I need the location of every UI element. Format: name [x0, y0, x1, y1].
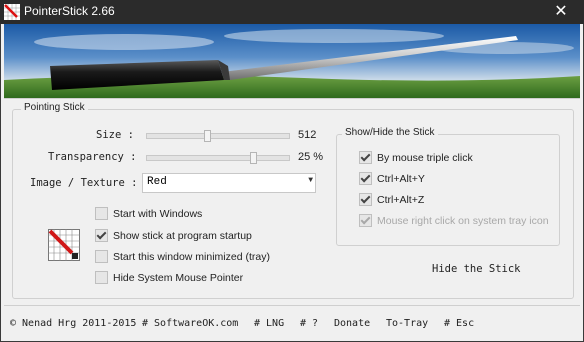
checkbox-label: Start this window minimized (tray): [113, 250, 270, 263]
pointer-grid-icon: [4, 4, 20, 20]
start-with-windows-checkbox[interactable]: Start with Windows: [95, 207, 202, 220]
ctrl-alt-y-checkbox[interactable]: Ctrl+Alt+Y: [359, 172, 425, 185]
show-hide-legend: Show/Hide the Stick: [342, 127, 438, 138]
checkbox-label: Show stick at program startup: [113, 229, 252, 242]
triple-click-checkbox[interactable]: By mouse triple click: [359, 151, 473, 164]
donate-link[interactable]: Donate: [334, 318, 370, 329]
to-tray-link[interactable]: To-Tray: [386, 318, 428, 329]
transparency-slider-track[interactable]: [146, 155, 290, 161]
checkbox-box[interactable]: [95, 207, 108, 220]
language-link[interactable]: # LNG: [254, 318, 284, 329]
texture-label: Image / Texture :: [30, 177, 138, 189]
transparency-slider-thumb[interactable]: [249, 152, 257, 164]
checkbox-box[interactable]: [359, 172, 372, 185]
size-value: 512: [298, 129, 317, 141]
checkbox-label: Hide System Mouse Pointer: [113, 271, 244, 284]
close-icon: ✕: [554, 1, 568, 20]
checkbox-box[interactable]: [95, 271, 108, 284]
chevron-down-icon: ▼: [308, 176, 313, 185]
pointerstick-window: PointerStick 2.66 ✕ Pointing Stick Size …: [0, 0, 584, 342]
size-slider-thumb[interactable]: [204, 130, 212, 142]
close-button[interactable]: ✕: [538, 0, 584, 24]
checkbox-box: [359, 214, 372, 227]
size-slider-track[interactable]: [146, 133, 290, 139]
show-stick-at-startup-checkbox[interactable]: Show stick at program startup: [95, 229, 252, 242]
window-title: PointerStick 2.66: [24, 4, 115, 18]
checkbox-box[interactable]: [95, 229, 108, 242]
transparency-label: Transparency :: [48, 151, 137, 163]
pointer-grid-icon: [48, 229, 80, 261]
ctrl-alt-z-checkbox[interactable]: Ctrl+Alt+Z: [359, 193, 424, 206]
size-label: Size :: [96, 129, 134, 141]
checkbox-label: Ctrl+Alt+Y: [377, 172, 425, 185]
transparency-value: 25 %: [298, 151, 324, 163]
website-link[interactable]: # SoftwareOK.com: [142, 318, 238, 329]
help-link[interactable]: # ?: [300, 318, 318, 329]
tray-right-click-checkbox: Mouse right click on system tray icon: [359, 214, 549, 227]
checkbox-label: Mouse right click on system tray icon: [377, 214, 549, 227]
esc-link[interactable]: # Esc: [444, 318, 474, 329]
checkbox-box[interactable]: [359, 193, 372, 206]
texture-selected-value: Red: [147, 176, 167, 188]
checkbox-box[interactable]: [359, 151, 372, 164]
status-bar: © Nenad Hrg 2011-2015 # SoftwareOK.com #…: [4, 305, 580, 340]
copyright-text: © Nenad Hrg 2011-2015: [10, 318, 137, 329]
title-bar[interactable]: PointerStick 2.66 ✕: [0, 0, 584, 24]
pointing-stick-legend: Pointing Stick: [21, 102, 88, 113]
checkbox-label: By mouse triple click: [377, 151, 473, 164]
landscape-stick-illustration: [4, 24, 580, 98]
hide-system-pointer-checkbox[interactable]: Hide System Mouse Pointer: [95, 271, 243, 284]
stick-banner-image: [4, 24, 580, 98]
checkbox-box[interactable]: [95, 250, 108, 263]
hide-stick-button[interactable]: Hide the Stick: [432, 263, 521, 275]
texture-select[interactable]: Red ▼: [142, 173, 316, 193]
checkbox-label: Ctrl+Alt+Z: [377, 193, 425, 206]
main-panel: Pointing Stick Size : 512 Transparency :…: [4, 98, 580, 303]
checkbox-label: Start with Windows: [113, 207, 203, 220]
start-minimized-checkbox[interactable]: Start this window minimized (tray): [95, 250, 270, 263]
